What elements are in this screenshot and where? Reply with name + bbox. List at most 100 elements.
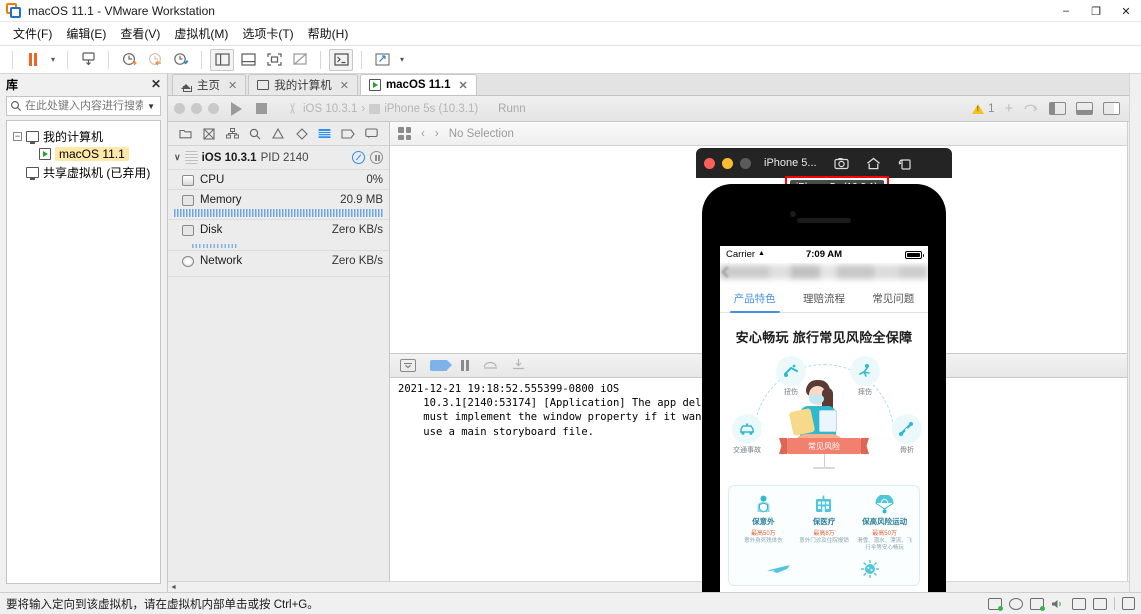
- chevron-down-icon[interactable]: ∨: [174, 152, 181, 163]
- rotate-icon[interactable]: [898, 157, 913, 170]
- risk-illustration: 扭伤 摔伤 交通事故 骨折 常见风险: [720, 354, 928, 479]
- tree-vm-macos[interactable]: macOS 11.1: [11, 145, 156, 163]
- coverage-epidemic[interactable]: [842, 559, 898, 579]
- toggle-debug-area-icon[interactable]: [1076, 102, 1094, 115]
- run-button[interactable]: [231, 101, 242, 116]
- library-search[interactable]: ▼: [6, 96, 161, 116]
- menu-help[interactable]: 帮助(H): [301, 22, 356, 45]
- sound-card-icon[interactable]: [1051, 598, 1065, 610]
- minimize-button[interactable]: –: [1051, 0, 1081, 22]
- stretch-icon[interactable]: [370, 49, 394, 71]
- tab-home[interactable]: 主页 ✕: [172, 74, 247, 95]
- forward-button[interactable]: ›: [435, 128, 439, 140]
- find-icon[interactable]: [248, 127, 262, 140]
- step-over-icon[interactable]: [483, 358, 498, 372]
- printer-icon[interactable]: [1093, 597, 1107, 610]
- close-icon[interactable]: ✕: [340, 79, 349, 92]
- breakpoint-toggle-icon[interactable]: [430, 359, 452, 371]
- ios-tab-features[interactable]: 产品特色: [729, 286, 780, 313]
- tree-expander-icon[interactable]: −: [13, 131, 22, 141]
- coverage-accident[interactable]: 保意外 最高50万 意外身死残体伤: [735, 494, 791, 545]
- menu-edit[interactable]: 编辑(E): [59, 22, 113, 45]
- maximize-button[interactable]: ❐: [1081, 0, 1111, 22]
- pause-icon[interactable]: [370, 151, 383, 164]
- issue-icon[interactable]: [271, 127, 285, 140]
- cd-drive-icon[interactable]: [1009, 597, 1023, 610]
- device-screen[interactable]: Carrier 7:09 AM 产品特色 理赔流程: [720, 246, 928, 592]
- gauge-memory[interactable]: Memory 20.9 MB: [168, 189, 389, 209]
- toggle-navigator-icon[interactable]: [1049, 102, 1067, 115]
- ios-simulator-window[interactable]: iPhone 5... iPhone 5s (10.3.1): [696, 148, 952, 592]
- snapshot-manager-icon[interactable]: [169, 49, 193, 71]
- tab-macos-vm[interactable]: macOS 11.1 ✕: [359, 74, 477, 95]
- folder-icon[interactable]: [179, 127, 193, 140]
- usb-device-icon[interactable]: [1072, 597, 1086, 610]
- report-icon[interactable]: [364, 127, 378, 140]
- simulator-titlebar[interactable]: iPhone 5...: [696, 148, 952, 178]
- unity-mode-icon[interactable]: [288, 49, 312, 71]
- source-control-icon[interactable]: [202, 127, 216, 140]
- revert-snapshot-icon[interactable]: [143, 49, 167, 71]
- related-items-icon[interactable]: [398, 127, 411, 140]
- coverage-flight-delay[interactable]: [751, 559, 807, 579]
- symbol-icon[interactable]: [225, 127, 239, 140]
- tab-my-computer[interactable]: 我的计算机 ✕: [248, 74, 358, 95]
- gauge-disk[interactable]: Disk Zero KB/s: [168, 219, 389, 239]
- traffic-lights[interactable]: [174, 103, 219, 114]
- guest-horizontal-scrollbar[interactable]: ◄: [168, 581, 1129, 592]
- debug-icon[interactable]: [318, 127, 332, 140]
- step-into-icon[interactable]: [512, 358, 525, 373]
- gauge-network[interactable]: Network Zero KB/s: [168, 250, 389, 270]
- hide-debug-area-icon[interactable]: [400, 358, 416, 372]
- gauge-cpu[interactable]: CPU 0%: [168, 169, 389, 189]
- console-icon[interactable]: [329, 48, 353, 71]
- process-row[interactable]: ∨ iOS 10.3.1 PID 2140: [168, 146, 389, 169]
- suspend-icon[interactable]: [21, 49, 45, 71]
- scheme-selector[interactable]: iOS 10.3.1 › iPhone 5s (10.3.1): [287, 103, 478, 115]
- tree-shared-vms[interactable]: 共享虚拟机 (已弃用): [11, 163, 156, 181]
- hard-disk-icon[interactable]: [988, 597, 1003, 611]
- chevron-down-icon[interactable]: ▾: [47, 49, 59, 71]
- search-input[interactable]: [22, 99, 146, 113]
- guest-vertical-scrollbar[interactable]: [1129, 74, 1141, 592]
- chevron-down-icon[interactable]: ▼: [145, 102, 157, 111]
- menu-view[interactable]: 查看(V): [113, 22, 167, 45]
- screenshot-icon[interactable]: [833, 157, 849, 170]
- close-icon[interactable]: ✕: [228, 79, 237, 92]
- toggle-inspector-icon[interactable]: [1103, 102, 1121, 115]
- minimize-button[interactable]: [722, 157, 733, 169]
- disable-breakpoints-icon[interactable]: [352, 151, 365, 164]
- tree-my-computer[interactable]: − 我的计算机: [11, 127, 156, 145]
- vm-guest-screen[interactable]: 主页 ✕ 我的计算机 ✕ macOS 11.1 ✕ iOS 10.3.1 › i…: [168, 74, 1141, 592]
- back-button[interactable]: ‹: [421, 128, 425, 140]
- ios-tab-claims[interactable]: 理赔流程: [801, 286, 847, 311]
- show-library-icon[interactable]: [210, 48, 234, 71]
- test-icon[interactable]: [295, 127, 309, 140]
- network-adapter-icon[interactable]: [1030, 597, 1045, 611]
- close-icon[interactable]: ✕: [151, 77, 161, 91]
- coverage-medical[interactable]: 保医疗 最高8万 意外门诊及住院报销: [796, 494, 852, 545]
- ios-tab-faq[interactable]: 常见问题: [870, 286, 916, 311]
- pause-icon[interactable]: [461, 359, 469, 371]
- status-badge[interactable]: 1: [972, 103, 995, 115]
- home-icon[interactable]: [866, 157, 881, 170]
- snapshot-icon[interactable]: [76, 49, 100, 71]
- menu-vm[interactable]: 虚拟机(M): [167, 22, 235, 45]
- menu-tabs[interactable]: 选项卡(T): [235, 22, 300, 45]
- close-button[interactable]: [704, 157, 715, 169]
- close-icon[interactable]: ✕: [459, 79, 468, 92]
- chevron-down-icon[interactable]: ▾: [396, 49, 408, 71]
- show-thumbnail-bar-icon[interactable]: [236, 49, 260, 71]
- coverage-amount: 最高50万: [750, 531, 776, 537]
- coverage-extreme-sports[interactable]: 保高风险运动 最高50万 滑雪、潜水、漂流、飞行伞等安心畅玩: [857, 494, 913, 553]
- close-button[interactable]: ✕: [1111, 0, 1141, 22]
- add-button[interactable]: +: [1005, 100, 1014, 117]
- stop-button[interactable]: [256, 103, 267, 114]
- take-snapshot-icon[interactable]: [117, 49, 141, 71]
- step-over-icon[interactable]: [1023, 101, 1039, 116]
- full-screen-icon[interactable]: [262, 49, 286, 71]
- scroll-left-icon[interactable]: ◄: [168, 584, 179, 591]
- display-icon[interactable]: [1122, 597, 1135, 610]
- menu-file[interactable]: 文件(F): [6, 22, 59, 45]
- breakpoint-icon[interactable]: [341, 127, 355, 140]
